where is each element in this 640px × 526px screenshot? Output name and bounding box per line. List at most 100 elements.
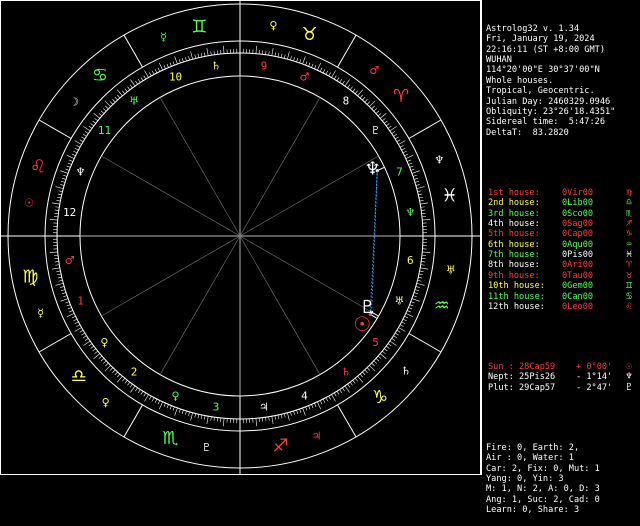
degree-tick <box>83 336 86 338</box>
degree-tick <box>303 408 306 416</box>
zodiac-sign-icon: ♎ <box>71 366 87 387</box>
degree-tick <box>63 296 67 297</box>
degree-tick <box>332 394 336 401</box>
degree-tick <box>300 409 301 413</box>
degree-tick <box>358 376 363 382</box>
ruler-glyph-icon: ♂ <box>369 64 379 77</box>
header-line: Tropical, Geocentric. <box>486 86 640 96</box>
zodiac-sign-icon: ♉ <box>301 24 317 45</box>
degree-tick <box>125 89 127 92</box>
degree-tick <box>159 63 162 70</box>
degree-tick <box>101 111 104 114</box>
degree-tick <box>326 398 328 402</box>
degree-tick <box>419 274 423 275</box>
degree-tick <box>182 58 183 62</box>
degree-tick <box>141 77 143 80</box>
degree-tick <box>73 151 77 153</box>
zodiac-sign-icon: ♌ <box>30 156 46 177</box>
degree-tick <box>201 53 202 57</box>
degree-tick <box>167 404 169 408</box>
degree-tick <box>201 415 202 419</box>
zodiac-sign-icon: ♏ <box>162 428 178 449</box>
degree-tick <box>382 351 385 354</box>
degree-tick <box>320 68 322 72</box>
degree-tick <box>57 197 61 198</box>
info-panel: Astrolog32 v. 1.34Fri, January 19, 20242… <box>481 0 640 475</box>
house-number: 6 <box>407 254 414 267</box>
degree-tick <box>130 386 135 393</box>
degree-tick <box>418 194 422 195</box>
ruler-glyph-icon: ♄ <box>401 364 411 377</box>
zodiac-sign-icon: ♋ <box>92 65 108 86</box>
degree-tick <box>76 325 79 327</box>
header-line: 114°20'00"E 30°37'00"N <box>486 65 640 75</box>
degree-tick <box>417 187 425 189</box>
degree-tick <box>323 69 325 73</box>
degree-tick <box>69 160 73 162</box>
house-row: 10th house:0Gem00♊ <box>486 281 640 291</box>
degree-tick <box>306 61 307 65</box>
house-name: 4th house: <box>488 219 540 229</box>
degree-tick <box>105 363 108 366</box>
degree-tick <box>52 268 60 269</box>
degree-tick <box>61 290 65 291</box>
degree-tick <box>155 399 157 403</box>
degree-tick <box>61 299 69 302</box>
degree-tick <box>386 346 389 348</box>
degree-tick <box>420 268 428 269</box>
degree-tick <box>418 277 422 278</box>
degree-tick <box>89 344 92 346</box>
degree-tick <box>144 393 146 396</box>
degree-tick <box>144 76 146 79</box>
degree-tick <box>50 219 58 220</box>
degree-tick <box>175 57 178 65</box>
degree-tick <box>265 51 266 55</box>
degree-tick <box>145 394 149 401</box>
degree-tick <box>158 68 160 72</box>
degree-tick <box>94 113 100 118</box>
degree-tick <box>93 349 96 351</box>
stat-line: Air : 0, Water: 1 <box>486 453 640 463</box>
degree-tick <box>159 402 162 409</box>
degree-tick <box>141 391 143 394</box>
degree-tick <box>410 166 414 167</box>
degree-tick <box>195 414 196 418</box>
planet-row: Sun :28Cap59+ 0°00'☉ <box>486 362 640 372</box>
degree-tick <box>374 108 377 111</box>
degree-tick <box>179 409 180 413</box>
house-name: 9th house: <box>488 271 540 281</box>
degree-tick <box>422 219 430 220</box>
degree-tick <box>95 118 98 121</box>
house-row: 7th house:0Pis00♓ <box>486 250 640 260</box>
degree-tick <box>152 71 154 75</box>
degree-tick <box>421 207 425 208</box>
degree-tick <box>362 97 365 100</box>
house-row: 4th house:0Sag00♐ <box>486 219 640 229</box>
degree-tick <box>400 325 403 327</box>
degree-tick <box>408 163 412 165</box>
house-number: 10 <box>169 71 182 84</box>
house-ruler-icon: ♆ <box>76 166 86 179</box>
stat-line: Fire: 0, Earth: 2, <box>486 443 640 453</box>
planet-position: 28Cap59 <box>519 362 555 372</box>
degree-tick <box>340 79 342 82</box>
degree-tick <box>67 155 74 158</box>
degree-tick <box>422 252 430 253</box>
degree-tick <box>400 145 403 147</box>
degree-tick <box>68 308 72 310</box>
degree-tick <box>152 398 154 402</box>
header-line: WUHAN <box>486 55 640 65</box>
house-row: 6th house:0Aqu00♒ <box>486 240 640 250</box>
degree-tick <box>103 361 106 364</box>
stat-line: Yang: 0, Yin: 3 <box>486 474 640 484</box>
degree-tick <box>56 283 64 285</box>
degree-tick <box>122 378 125 381</box>
degree-tick <box>326 71 328 75</box>
degree-tick <box>376 358 379 361</box>
degree-tick <box>127 87 129 90</box>
degree-tick <box>416 184 420 185</box>
degree-tick <box>360 95 363 98</box>
degree-tick <box>256 46 257 54</box>
degree-tick <box>170 406 171 410</box>
planet-glyph-icon: ♆ <box>365 159 381 180</box>
